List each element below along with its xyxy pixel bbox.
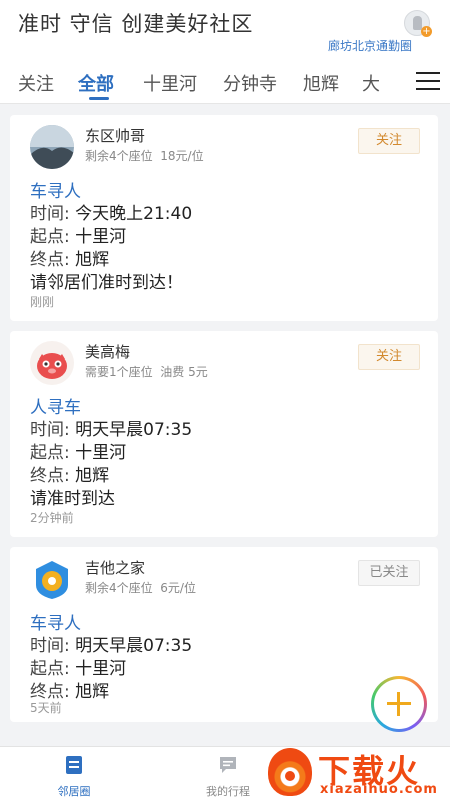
follow-button[interactable]: 关注 <box>358 344 420 370</box>
user-add-icon[interactable]: + <box>404 10 432 37</box>
tab-xuhui[interactable]: 旭辉 <box>303 70 339 96</box>
trip-note: 请邻居们准时到达！ <box>30 273 183 293</box>
trip-start: 起点: 十里河 <box>30 227 127 247</box>
trip-end: 终点: 旭辉 <box>30 250 110 270</box>
flame-icon <box>268 748 312 796</box>
add-post-button[interactable] <box>371 676 427 732</box>
watermark-url: xiazaihuo.com <box>320 782 438 797</box>
post-card[interactable]: 东区帅哥 剩余4个座位 18元/位 关注 车寻人 时间: 今天晚上21:40 起… <box>10 115 438 321</box>
app-header: 准时 守信 创建美好社区 + 廊坊北京通勤圈 <box>0 0 450 60</box>
active-tab-indicator <box>89 97 109 100</box>
poster-name: 吉他之家 <box>85 559 146 577</box>
tab-following[interactable]: 关注 <box>18 70 54 96</box>
trip-end: 终点: 旭辉 <box>30 466 110 486</box>
post-time-ago: 5天前 <box>30 701 62 715</box>
tab-all[interactable]: 全部 <box>78 70 114 96</box>
seat-info: 剩余4个座位 6元/位 <box>85 581 196 595</box>
post-time-ago: 2分钟前 <box>30 511 74 525</box>
trip-time: 时间: 明天早晨07:35 <box>30 636 193 656</box>
poster-name: 美高梅 <box>85 343 131 361</box>
avatar <box>30 341 74 385</box>
trip-note: 请准时到达 <box>30 489 115 509</box>
add-icon <box>374 679 424 729</box>
trip-start: 起点: 十里河 <box>30 443 127 463</box>
avatar <box>30 557 74 601</box>
tab-fenzhongsi[interactable]: 分钟寺 <box>223 70 277 96</box>
post-card[interactable]: 美高梅 需要1个座位 油费 5元 关注 人寻车 时间: 明天早晨07:35 起点… <box>10 331 438 537</box>
tab-shilihe[interactable]: 十里河 <box>143 70 197 96</box>
follow-button[interactable]: 关注 <box>358 128 420 154</box>
watermark-logo: 下载火 xiazaihuo.com <box>262 744 450 800</box>
trip-time: 时间: 今天晚上21:40 <box>30 204 193 224</box>
notebook-icon <box>64 755 84 775</box>
tab-partial[interactable]: 大 <box>362 70 380 96</box>
chat-icon <box>218 755 238 775</box>
category-tabs: 关注 全部 十里河 分钟寺 旭辉 大 <box>0 60 450 104</box>
hamburger-menu-icon[interactable] <box>408 60 450 103</box>
trip-start: 起点: 十里河 <box>30 659 127 679</box>
page-title: 准时 守信 创建美好社区 <box>18 12 254 36</box>
post-time-ago: 刚刚 <box>30 295 55 309</box>
nav-my-trips[interactable]: 我的行程 <box>188 755 268 799</box>
followed-button[interactable]: 已关注 <box>358 560 420 586</box>
avatar <box>30 125 74 169</box>
nav-neighbors[interactable]: 邻居圈 <box>34 755 114 799</box>
seat-info: 需要1个座位 油费 5元 <box>85 365 208 379</box>
seat-info: 剩余4个座位 18元/位 <box>85 149 204 163</box>
poster-name: 东区帅哥 <box>85 127 146 145</box>
circle-name-link[interactable]: 廊坊北京通勤圈 <box>328 37 412 54</box>
trip-time: 时间: 明天早晨07:35 <box>30 420 193 440</box>
